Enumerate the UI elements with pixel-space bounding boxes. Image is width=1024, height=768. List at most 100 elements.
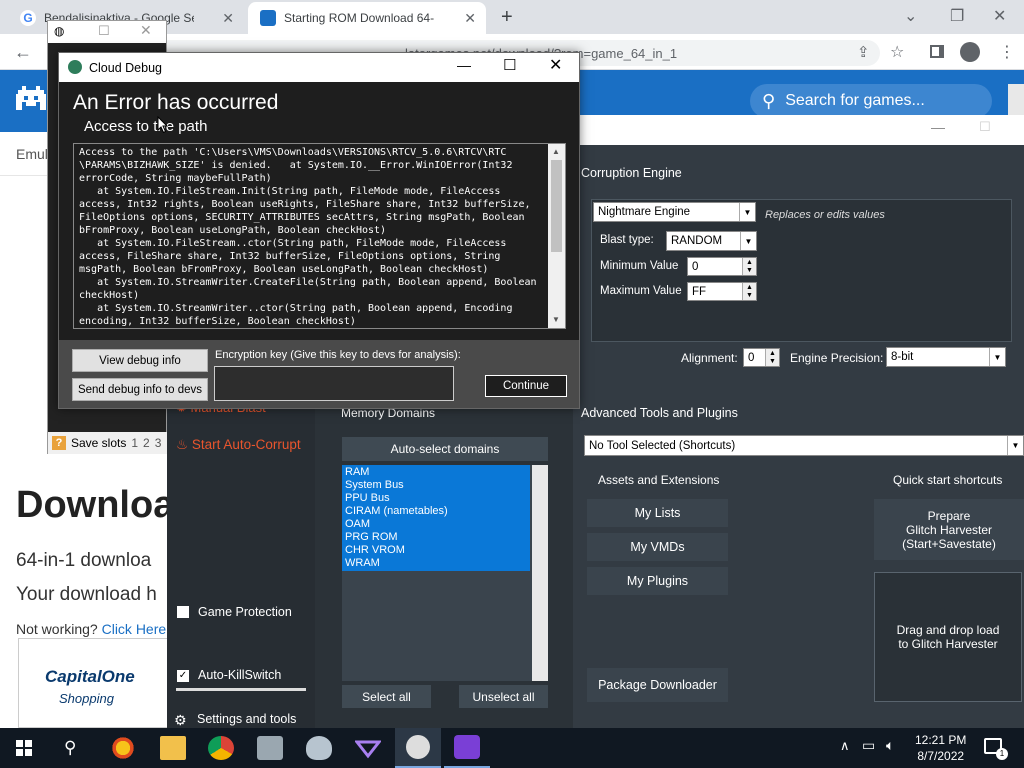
app-icon[interactable]: [257, 736, 283, 760]
site-logo-icon[interactable]: [16, 86, 46, 114]
sun-app-icon[interactable]: [110, 736, 136, 760]
maximum-value-input[interactable]: FF ▲ ▼: [687, 282, 757, 301]
minimize-icon[interactable]: —: [931, 119, 945, 135]
ad-brand: CapitalOne: [45, 667, 135, 686]
domain-list-item[interactable]: CHR VROM: [345, 544, 527, 557]
view-debug-info-button[interactable]: View debug info: [72, 349, 208, 372]
engine-precision-select[interactable]: 8-bit ▼: [886, 347, 1006, 367]
chevron-down-icon[interactable]: ⌄: [904, 6, 917, 26]
sidebar-icon[interactable]: [930, 45, 944, 58]
maximize-icon[interactable]: ☐: [98, 23, 110, 39]
domain-list-item[interactable]: OAM: [345, 518, 527, 531]
minimum-value-input[interactable]: 0 ▲ ▼: [687, 257, 757, 276]
triangle-app-icon[interactable]: [355, 736, 381, 760]
domain-list[interactable]: RAM System Bus PPU Bus CIRAM (nametables) OA…: [342, 465, 548, 681]
auto-killswitch-checkbox[interactable]: ✓: [177, 670, 189, 682]
clock[interactable]: 12:21 PM 8/7/2022: [915, 733, 966, 763]
domain-list-item[interactable]: WRAM: [345, 557, 527, 570]
chrome-icon[interactable]: [208, 736, 234, 760]
minimum-value: 0: [692, 260, 699, 273]
google-icon: G: [20, 10, 36, 26]
settings-button[interactable]: Settings and tools: [197, 712, 296, 726]
close-icon[interactable]: ✕: [140, 22, 152, 39]
chevron-down-icon: ▼: [989, 348, 1005, 366]
save-slot-2[interactable]: 2: [143, 436, 150, 450]
send-debug-info-button[interactable]: Send debug info to devs: [72, 378, 208, 401]
share-icon[interactable]: ⇪: [857, 43, 870, 61]
unselect-all-button[interactable]: Unselect all: [459, 685, 548, 708]
profile-icon[interactable]: [960, 42, 980, 62]
domain-list-item[interactable]: PRG ROM: [345, 531, 527, 544]
package-downloader-button[interactable]: Package Downloader: [587, 668, 728, 702]
spinner-icon[interactable]: ▲ ▼: [742, 283, 756, 300]
paint-icon[interactable]: [306, 736, 332, 760]
taskbar-item[interactable]: [444, 728, 490, 768]
capitalone-ad[interactable]: CapitalOne Shopping: [18, 638, 168, 728]
nav-item-emulators[interactable]: Emul: [16, 146, 48, 162]
maximize-icon[interactable]: ☐: [503, 56, 516, 74]
tool-select[interactable]: No Tool Selected (Shortcuts) ▼: [584, 435, 1024, 456]
alignment-input[interactable]: 0 ▲ ▼: [743, 348, 780, 367]
continue-button[interactable]: Continue: [485, 375, 567, 397]
game-protection-checkbox[interactable]: [177, 606, 189, 618]
blast-type-select[interactable]: RANDOM ▼: [666, 231, 757, 251]
maximum-value-label: Maximum Value: [600, 285, 682, 297]
scroll-up-icon[interactable]: ▲: [552, 147, 560, 156]
maximum-value: FF: [692, 285, 707, 298]
my-lists-button[interactable]: My Lists: [587, 499, 728, 527]
close-icon[interactable]: ✕: [464, 10, 476, 27]
domain-list-item[interactable]: RAM: [345, 466, 527, 479]
chevron-up-icon[interactable]: ∧: [840, 738, 850, 754]
site-favicon-icon: [260, 10, 276, 26]
page-scrollbar[interactable]: [1008, 84, 1024, 118]
encryption-key-field[interactable]: [214, 366, 454, 401]
save-slot-1[interactable]: 1: [131, 436, 138, 450]
help-icon[interactable]: ?: [52, 436, 66, 450]
domain-scrollbar[interactable]: [532, 465, 548, 681]
browser-tab-2[interactable]: Starting ROM Download 64-in-1 ✕: [248, 2, 486, 34]
error-scrollbar[interactable]: ▲ ▼: [548, 144, 565, 328]
encryption-key-label: Encryption key (Give this key to devs fo…: [215, 349, 461, 361]
save-slot-3[interactable]: 3: [155, 436, 162, 450]
maximize-icon[interactable]: ☐: [979, 119, 991, 135]
auto-select-domains-button[interactable]: Auto-select domains: [342, 437, 548, 461]
error-details-text[interactable]: Access to the path 'C:\Users\VMS\Downloa…: [73, 143, 566, 329]
search-icon[interactable]: ⚲: [64, 738, 76, 758]
minimize-icon[interactable]: —: [457, 57, 471, 73]
start-auto-corrupt-button[interactable]: ♨ Start Auto-Corrupt: [176, 437, 301, 453]
my-plugins-button[interactable]: My Plugins: [587, 567, 728, 595]
volume-icon[interactable]: 🔈︎: [886, 737, 894, 754]
scroll-down-icon[interactable]: ▼: [552, 315, 560, 324]
domain-list-item[interactable]: PPU Bus: [345, 492, 527, 505]
site-search-input[interactable]: ⚲ Search for games...: [750, 84, 992, 118]
new-tab-button[interactable]: +: [501, 6, 513, 29]
click-here-link[interactable]: Click Here: [102, 621, 167, 637]
windows-start-icon[interactable]: [16, 740, 32, 756]
my-vmds-button[interactable]: My VMDs: [587, 533, 728, 561]
dialog-title: Cloud Debug: [89, 60, 162, 75]
domain-list-item[interactable]: System Bus: [345, 479, 527, 492]
engine-select[interactable]: Nightmare Engine ▼: [593, 202, 756, 222]
auto-killswitch-label: Auto-KillSwitch: [198, 668, 282, 682]
menu-icon[interactable]: ⋮: [999, 42, 1015, 62]
restore-icon[interactable]: ❐: [950, 6, 964, 26]
domain-selected-block: RAM System Bus PPU Bus CIRAM (nametables) OA…: [342, 465, 530, 571]
close-window-icon[interactable]: ✕: [993, 6, 1006, 26]
back-icon[interactable]: ←: [14, 42, 32, 63]
prepare-glitch-harvester-button[interactable]: Prepare Glitch Harvester (Start+Savestat…: [874, 499, 1024, 560]
drag-drop-zone[interactable]: Drag and drop load to Glitch Harvester: [874, 572, 1022, 702]
star-icon[interactable]: ☆: [890, 42, 904, 62]
file-explorer-icon[interactable]: [160, 736, 186, 760]
spinner-icon[interactable]: ▲ ▼: [742, 258, 756, 275]
active-taskbar-item[interactable]: [395, 728, 441, 768]
not-working-text: Not working? Click Here: [16, 621, 166, 637]
close-icon[interactable]: ✕: [549, 55, 562, 75]
domain-list-item[interactable]: CIRAM (nametables): [345, 505, 527, 518]
close-icon[interactable]: ✕: [222, 10, 234, 27]
select-all-button[interactable]: Select all: [342, 685, 431, 708]
spinner-icon[interactable]: ▲ ▼: [765, 349, 779, 366]
network-icon[interactable]: ▭: [862, 737, 875, 754]
minimum-value-label: Minimum Value: [600, 260, 679, 272]
notifications-icon[interactable]: 1: [984, 738, 1008, 760]
scroll-thumb[interactable]: [551, 160, 562, 252]
